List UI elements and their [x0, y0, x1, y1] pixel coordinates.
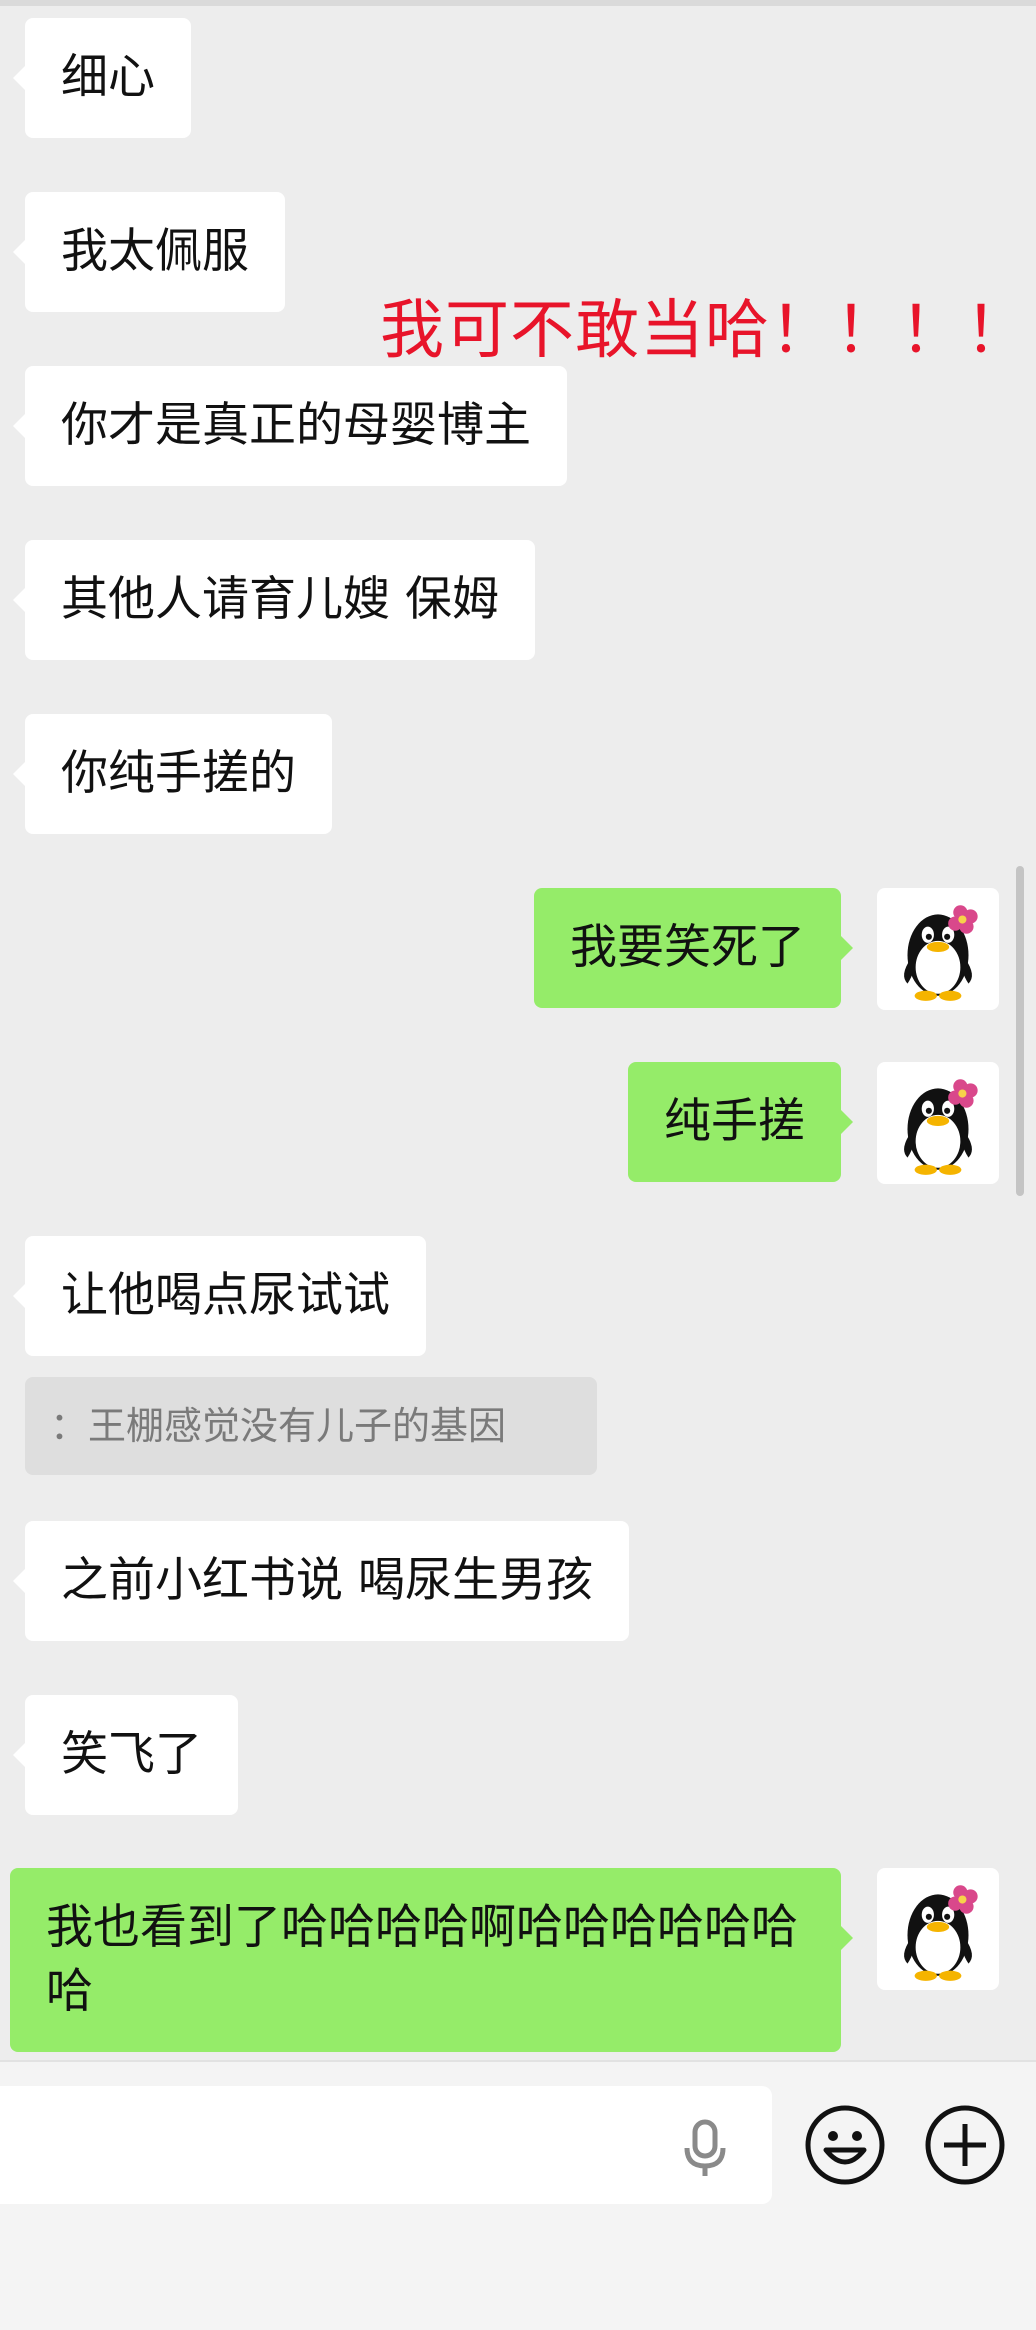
message-bubble-received[interactable]: 我太佩服 — [13, 192, 285, 312]
avatar[interactable] — [877, 1868, 999, 1990]
message-bubble-received[interactable]: 让他喝点尿试试 — [13, 1236, 426, 1356]
penguin-with-pink-flower-icon — [904, 905, 978, 1001]
message-bubble-received[interactable]: 之前小红书说 喝尿生男孩 — [13, 1521, 629, 1641]
input-bar — [0, 2060, 1036, 2330]
avatar[interactable] — [877, 888, 999, 1010]
message-list[interactable]: 细心 我太佩服 你才是真正的母婴博主 其他人请育儿嫂 保姆 你纯手搓的 我要笑死… — [0, 6, 1036, 2060]
message-input[interactable] — [0, 2086, 772, 2204]
emoji-icon[interactable] — [804, 2104, 886, 2186]
scrollbar[interactable] — [1016, 866, 1024, 1196]
microphone-icon[interactable] — [680, 2118, 730, 2180]
penguin-with-pink-flower-icon — [904, 1079, 978, 1175]
chat-screen: 细心 我太佩服 你才是真正的母婴博主 其他人请育儿嫂 保姆 你纯手搓的 我要笑死… — [0, 0, 1036, 2330]
message-bubble-received[interactable]: 你纯手搓的 — [13, 714, 332, 834]
message-bubble-sent[interactable]: 纯手搓 — [628, 1062, 853, 1182]
message-bubble-sent[interactable]: 我也看到了哈哈哈哈啊哈哈哈哈哈哈哈 — [10, 1868, 853, 2052]
penguin-with-pink-flower-icon — [904, 1885, 978, 1981]
quoted-message[interactable]: ：王棚感觉没有儿子的基因 — [25, 1377, 597, 1475]
avatar[interactable] — [877, 1062, 999, 1184]
message-bubble-received[interactable]: 你才是真正的母婴博主 — [13, 366, 567, 486]
annotation-overlay-text: 我可不敢当哈！！！！ — [380, 294, 1030, 368]
plus-icon[interactable] — [924, 2104, 1006, 2186]
message-bubble-sent[interactable]: 我要笑死了 — [534, 888, 853, 1008]
message-bubble-received[interactable]: 其他人请育儿嫂 保姆 — [13, 540, 535, 660]
message-bubble-received[interactable]: 细心 — [13, 18, 191, 138]
message-bubble-received[interactable]: 笑飞了 — [13, 1695, 238, 1815]
